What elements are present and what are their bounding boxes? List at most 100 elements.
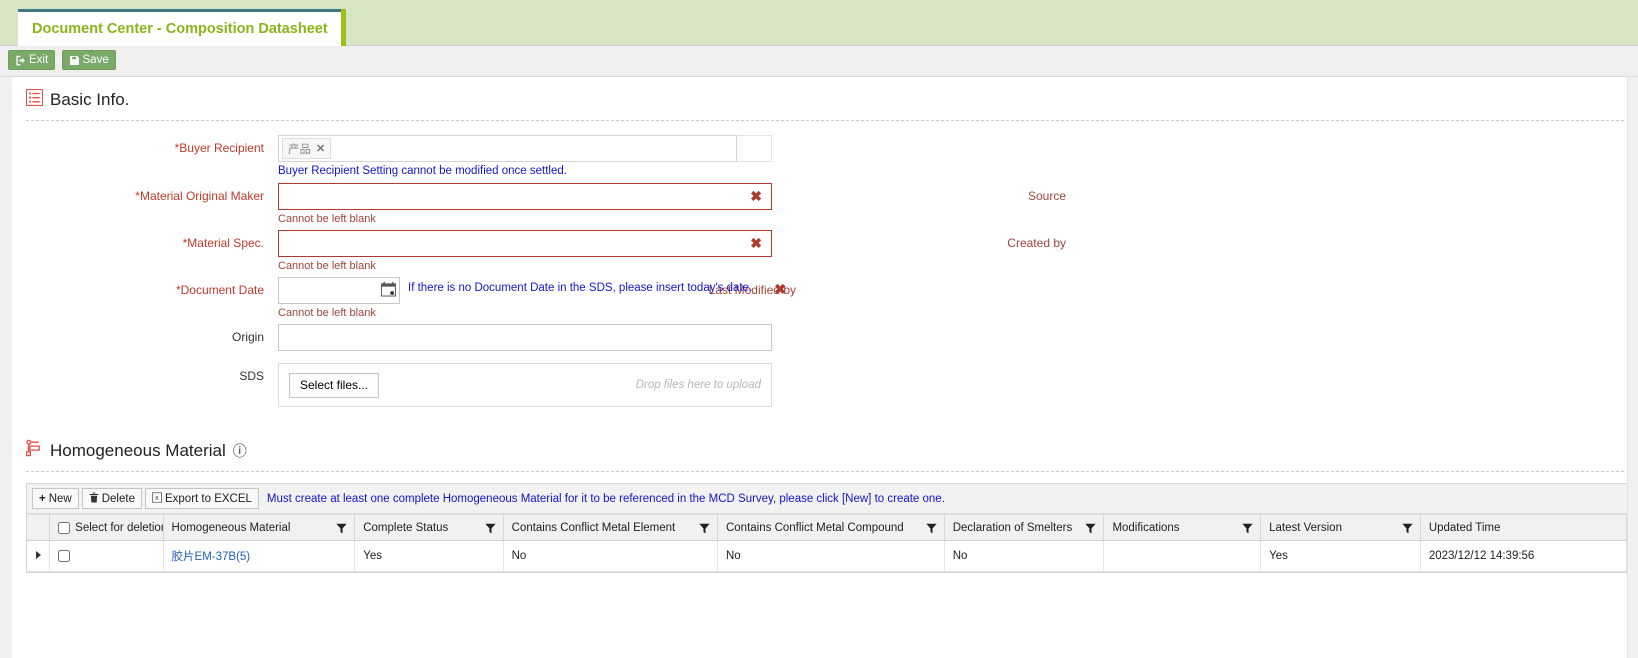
filter-icon[interactable] [1242,523,1253,537]
exit-label: Exit [29,54,49,66]
tab-strip: Document Center - Composition Datasheet [0,0,1638,46]
row-select-cell [49,540,164,572]
field-row-material-spec: *Material Spec. ✖ Cannot be left blank C… [12,230,1638,272]
material-original-maker-label: *Material Original Maker [135,189,264,203]
new-button[interactable]: + New [32,488,79,509]
material-original-maker-input[interactable] [278,183,772,210]
row-select-checkbox[interactable] [58,549,71,562]
close-icon[interactable]: ✕ [316,142,325,155]
field-row-document-date: *Document Date If there is no Document D… [12,277,1638,319]
filter-icon[interactable] [336,523,347,537]
basic-info-form: *Buyer Recipient 产品 ✕ Buyer Recipient Se… [12,121,1638,407]
info-icon[interactable]: ⓘ [233,441,247,461]
save-button[interactable]: Save [61,50,116,70]
table-row: 胶片EM-37B(5) Yes No No No Yes 2023/12/12 … [27,540,1628,572]
filter-icon[interactable] [1085,523,1097,537]
buyer-recipient-input[interactable]: 产品 ✕ [278,135,737,162]
new-label: New [48,492,72,505]
sds-drop-hint: Drop files here to upload [635,379,761,391]
column-label: Contains Conflict Metal Element [511,521,676,534]
select-all-checkbox[interactable] [58,521,71,534]
error-x-icon: ✖ [750,188,762,204]
plus-icon: + [39,492,46,505]
cell-homogeneous-material: 胶片EM-37B(5) [163,540,356,572]
export-label: Export to EXCEL [164,492,252,505]
sitemap-icon [25,439,43,462]
save-icon [69,55,80,66]
column-header-complete-status[interactable]: Complete Status [354,514,504,541]
export-to-excel-button[interactable]: x Export to EXCEL [144,488,259,509]
row-expander[interactable] [27,540,51,572]
sds-label: SDS [239,369,264,383]
material-spec-input[interactable] [278,230,772,257]
calendar-icon[interactable] [381,281,396,300]
column-label: Modifications [1112,521,1180,534]
column-header-declaration-of-smelters[interactable]: Declaration of Smelters [944,514,1105,541]
field-row-material-original-maker: *Material Original Maker ✖ Cannot be lef… [12,183,1638,225]
column-header-homogeneous-material[interactable]: Homogeneous Material [163,514,356,541]
buyer-recipient-chip: 产品 ✕ [282,138,332,159]
chevron-right-icon[interactable] [35,551,41,559]
buyer-recipient-picker-button[interactable] [736,135,772,162]
filter-icon[interactable] [1402,523,1413,537]
origin-control [278,324,772,351]
sds-dropzone[interactable]: Select files... Drop files here to uploa… [278,363,772,407]
select-for-deletion-header: Select for deletion [49,514,164,541]
cell-contains-conflict-metal-compound: No [717,540,945,572]
material-spec-label: *Material Spec. [182,236,264,250]
column-header-updated-time[interactable]: Updated Time [1420,514,1628,541]
svg-text:x: x [155,495,159,502]
document-date-hint: If there is no Document Date in the SDS,… [408,282,753,294]
column-header-modifications[interactable]: Modifications [1103,514,1262,541]
origin-label: Origin [231,330,264,344]
column-label: Homogeneous Material [171,521,291,534]
select-files-button[interactable]: Select files... [289,372,380,398]
cell-updated-time: 2023/12/12 14:39:56 [1420,540,1628,572]
cell-modifications [1103,540,1262,572]
homogeneous-material-title: Homogeneous Material [50,440,226,460]
filter-icon[interactable] [484,523,496,537]
homogeneous-material-link[interactable]: 胶片EM-37B(5) [172,551,251,563]
exit-button[interactable]: Exit [8,50,56,70]
cell-latest-version: Yes [1260,540,1421,572]
homogeneous-material-grid-wrapper: + New Delete x Export to EXCEL Must crea… [26,483,1628,573]
material-spec-error: Cannot be left blank [278,260,376,272]
save-label: Save [82,54,109,66]
delete-button[interactable]: Delete [81,488,142,509]
filter-icon[interactable] [926,523,937,537]
table-header-row: Select for deletion Homogeneous Material… [27,514,1628,541]
tab-document-center-composition-datasheet[interactable]: Document Center - Composition Datasheet [18,9,346,46]
sds-control: Select files... Drop files here to uploa… [278,363,772,407]
column-label: Declaration of Smelters [952,521,1073,534]
exit-icon [15,55,26,66]
tab-label: Document Center - Composition Datasheet [32,21,328,37]
grid-note: Must create at least one complete Homoge… [266,492,945,505]
document-date-picker[interactable] [278,277,400,304]
list-icon [26,89,43,111]
buyer-recipient-chip-zone[interactable]: 产品 ✕ [279,136,736,161]
homogeneous-material-table: Select for deletion Homogeneous Material… [27,514,1628,572]
trash-icon [89,492,99,506]
source-label: Source [1027,189,1066,203]
cell-contains-conflict-metal-element: No [503,540,718,572]
document-date-label: *Document Date [175,283,264,297]
column-header-contains-conflict-metal-element[interactable]: Contains Conflict Metal Element [503,514,718,541]
delete-label: Delete [101,492,135,505]
basic-info-title: Basic Info. [50,90,130,109]
grid-toolbar: + New Delete x Export to EXCEL Must crea… [27,484,1627,514]
buyer-recipient-control: 产品 ✕ Buyer Recipient Setting cannot be m… [278,135,772,177]
field-row-buyer-recipient: *Buyer Recipient 产品 ✕ Buyer Recipient Se… [12,135,1638,177]
column-header-contains-conflict-metal-compound[interactable]: Contains Conflict Metal Compound [717,514,945,541]
document-date-error: Cannot be left blank [278,307,376,319]
material-original-maker-error: Cannot be left blank [278,213,376,225]
column-header-latest-version[interactable]: Latest Version [1260,514,1421,541]
created-by-label: Created by [1007,236,1066,250]
buyer-recipient-hint: Buyer Recipient Setting cannot be modifi… [278,165,567,177]
buyer-recipient-chip-label: 产品 [288,143,311,156]
select-for-deletion-label: Select for deletion [75,521,164,534]
main-toolbar: Exit Save [0,46,1638,77]
origin-input[interactable] [278,324,772,351]
field-row-origin: Origin [12,324,1638,351]
filter-icon[interactable] [699,523,710,537]
error-x-icon: ✖ [774,281,786,297]
